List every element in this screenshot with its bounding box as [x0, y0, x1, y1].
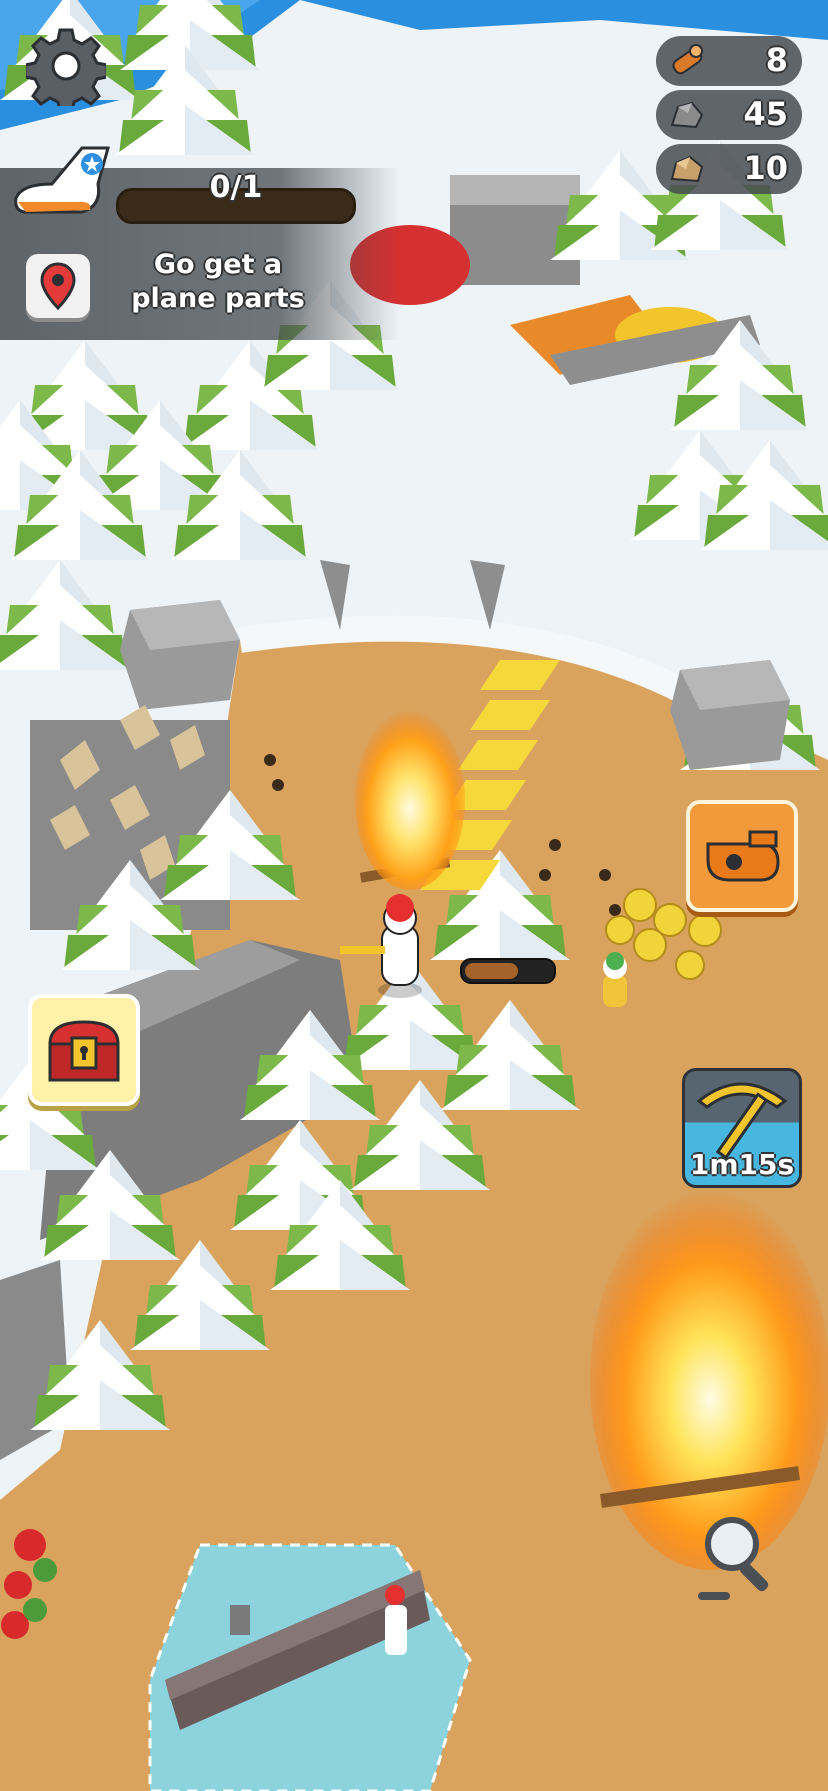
quest-location-button[interactable]	[26, 254, 90, 318]
call-workers-button[interactable]	[686, 800, 798, 912]
resource-stone-count: 45	[743, 95, 788, 133]
treasure-chest-icon	[48, 1020, 120, 1082]
resource-wood: 8	[656, 36, 802, 86]
worker-progress-bar	[460, 958, 556, 984]
pickaxe-timer: 1m15s	[689, 1148, 795, 1181]
resource-ore-count: 10	[743, 149, 788, 187]
worker-progress-fill	[465, 963, 519, 979]
quest-description: Go get a plane parts	[131, 249, 305, 314]
resource-wood-count: 8	[765, 41, 788, 79]
whistle-icon	[706, 830, 780, 882]
stone-icon	[670, 101, 704, 129]
treasure-chest-button[interactable]	[28, 994, 140, 1106]
resource-stone: 45	[656, 90, 802, 140]
settings-button[interactable]	[23, 26, 109, 114]
pickaxe-boost-button[interactable]: 1m15s	[682, 1068, 802, 1188]
resource-ore: 10	[656, 144, 802, 194]
wood-log-icon	[672, 44, 703, 75]
quest-progress-label: 0/1	[209, 170, 263, 205]
magnifier-icon	[698, 1517, 769, 1600]
plane-icon	[12, 140, 112, 224]
ore-icon	[670, 155, 704, 183]
gear-icon	[23, 28, 109, 114]
zoom-button[interactable]	[698, 1512, 782, 1604]
map-pin-icon	[40, 262, 76, 311]
